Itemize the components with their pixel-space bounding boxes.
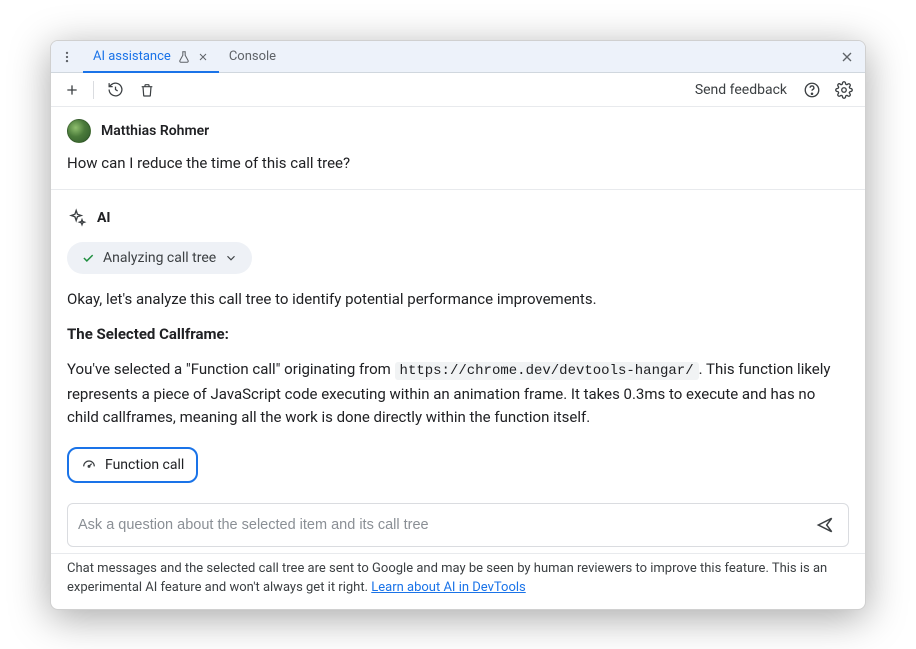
tab-label: AI assistance	[93, 49, 171, 64]
tab-console[interactable]: Console	[219, 41, 286, 72]
prompt-input[interactable]	[78, 517, 804, 533]
tab-bar: AI assistance Console	[51, 41, 865, 73]
send-button[interactable]	[812, 512, 838, 538]
close-panel-icon[interactable]	[833, 43, 861, 71]
tab-label: Console	[229, 49, 276, 64]
toolbar: Send feedback	[51, 73, 865, 107]
ai-response: Okay, let's analyze this call tree to id…	[67, 288, 849, 430]
close-tab-icon[interactable]	[197, 51, 209, 63]
ai-header: AI	[67, 208, 849, 228]
ai-heading: The Selected Callframe:	[67, 325, 229, 343]
prompt-input-row	[67, 503, 849, 547]
devtools-panel: AI assistance Console Send feedback	[50, 40, 866, 610]
chevron-down-icon	[224, 251, 238, 265]
new-chat-button[interactable]	[59, 77, 85, 103]
toolbar-divider	[93, 81, 94, 99]
pill-label: Analyzing call tree	[103, 250, 216, 266]
gauge-icon	[81, 457, 97, 473]
history-button[interactable]	[102, 77, 128, 103]
disclaimer-footer: Chat messages and the selected call tree…	[51, 553, 865, 608]
user-header: Matthias Rohmer	[67, 119, 849, 143]
check-icon	[81, 251, 95, 265]
avatar	[67, 119, 91, 143]
learn-more-link[interactable]: Learn about AI in DevTools	[371, 580, 525, 595]
ai-body-paragraph: You've selected a "Function call" origin…	[67, 358, 849, 429]
settings-button[interactable]	[831, 77, 857, 103]
chat-area: Matthias Rohmer How can I reduce the tim…	[51, 107, 865, 495]
url-chip: https://chrome.dev/devtools-hangar/	[395, 362, 699, 380]
user-name: Matthias Rohmer	[101, 123, 209, 139]
chip-label: Function call	[105, 457, 184, 473]
analyzing-pill[interactable]: Analyzing call tree	[67, 242, 252, 274]
ai-intro: Okay, let's analyze this call tree to id…	[67, 288, 849, 311]
user-message: How can I reduce the time of this call t…	[67, 153, 849, 189]
separator	[51, 189, 865, 190]
delete-button[interactable]	[134, 77, 160, 103]
function-call-chip[interactable]: Function call	[67, 447, 198, 483]
more-menu-icon[interactable]	[55, 45, 79, 69]
help-button[interactable]	[799, 77, 825, 103]
experiment-icon	[177, 50, 191, 64]
ai-label: AI	[97, 210, 111, 226]
sparkle-icon	[67, 208, 87, 228]
tab-ai-assistance[interactable]: AI assistance	[83, 41, 219, 72]
send-feedback-link[interactable]: Send feedback	[689, 78, 793, 102]
